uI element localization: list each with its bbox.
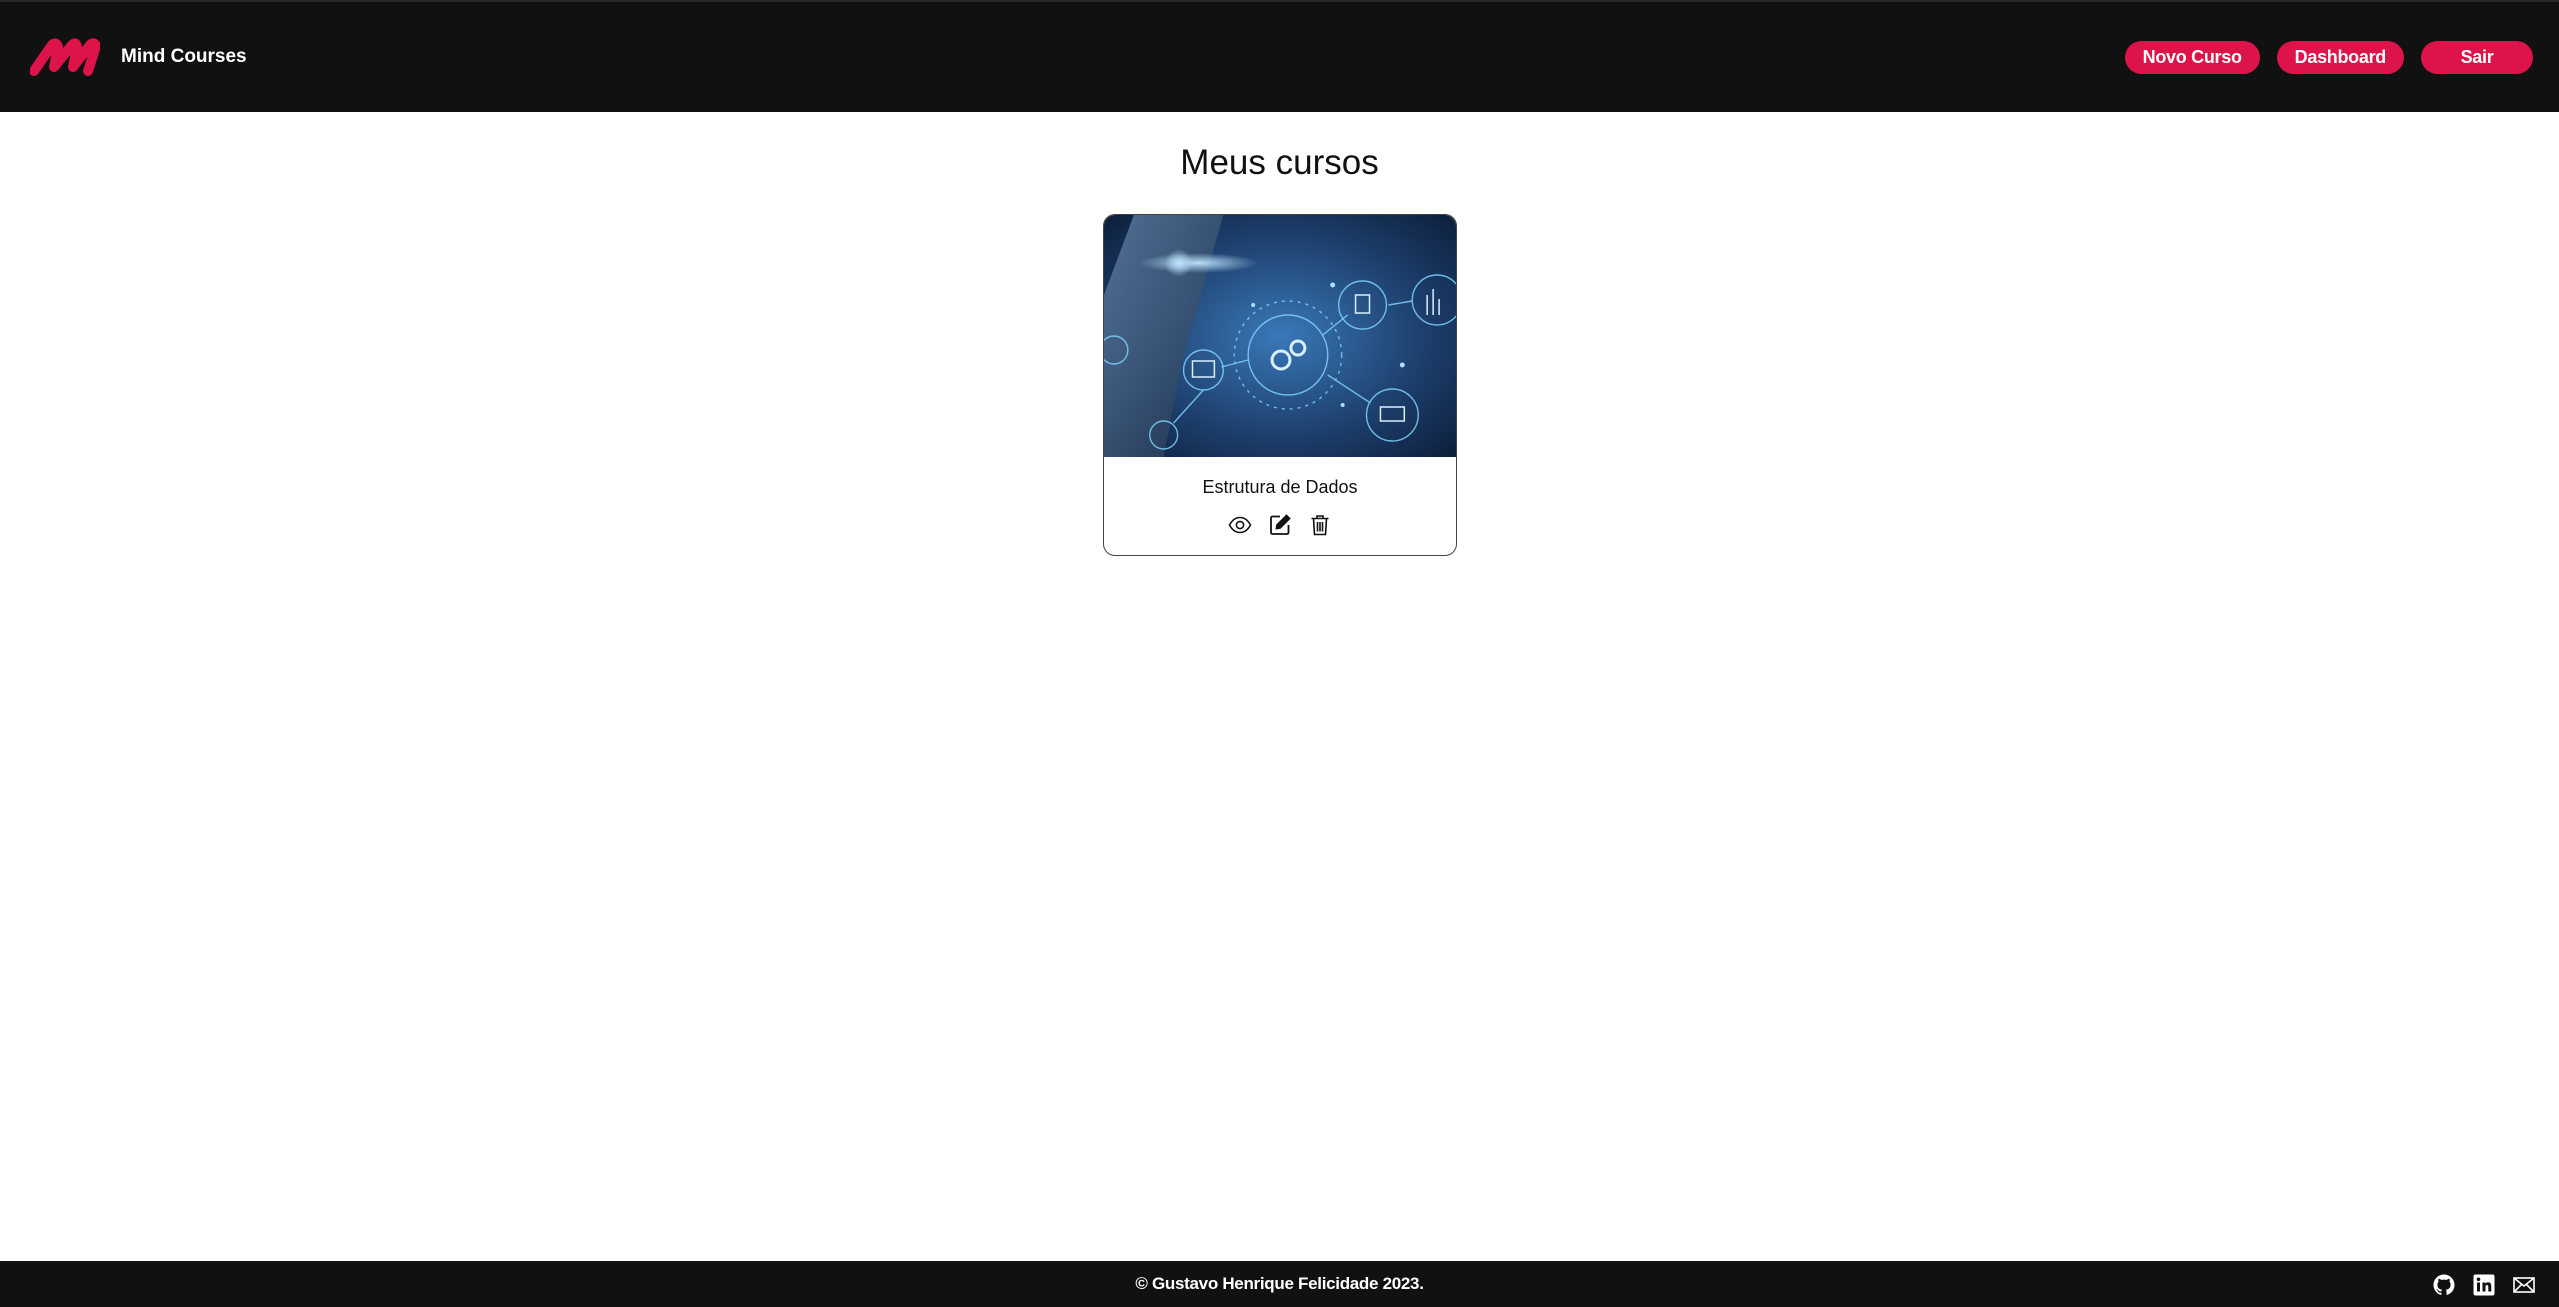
github-link[interactable]	[2431, 1272, 2457, 1298]
github-icon	[2433, 1274, 2455, 1295]
email-link[interactable]	[2511, 1272, 2537, 1298]
copyright-text: © Gustavo Henrique Felicidade 2023.	[1135, 1274, 1424, 1293]
mail-icon	[2513, 1277, 2535, 1293]
mind-courses-logo-icon	[30, 38, 100, 76]
brand[interactable]: Mind Courses	[30, 37, 247, 77]
footer: © Gustavo Henrique Felicidade 2023.	[0, 1261, 2559, 1307]
header-nav: Novo Curso Dashboard Sair	[2124, 40, 2533, 74]
new-course-button[interactable]: Novo Curso	[2124, 40, 2260, 74]
dashboard-button[interactable]: Dashboard	[2276, 40, 2404, 74]
view-course-button[interactable]	[1227, 512, 1253, 538]
edit-course-button[interactable]	[1267, 512, 1293, 538]
course-title: Estrutura de Dados	[1202, 477, 1358, 497]
linkedin-icon	[2473, 1274, 2495, 1296]
course-actions	[1104, 512, 1456, 538]
edit-icon	[1270, 514, 1291, 535]
top-navbar: Mind Courses Novo Curso Dashboard Sair	[0, 0, 2559, 112]
linkedin-link[interactable]	[2471, 1272, 2497, 1298]
page-title: Meus cursos	[1180, 143, 1379, 182]
trash-icon	[1311, 515, 1329, 536]
eye-icon	[1228, 516, 1252, 534]
course-image[interactable]	[1104, 215, 1456, 457]
social-links	[2431, 1272, 2537, 1298]
brand-name: Mind Courses	[121, 46, 247, 67]
delete-course-button[interactable]	[1307, 512, 1333, 538]
course-card[interactable]: Estrutura de Dados	[1103, 214, 1457, 556]
logout-button[interactable]: Sair	[2421, 40, 2533, 74]
